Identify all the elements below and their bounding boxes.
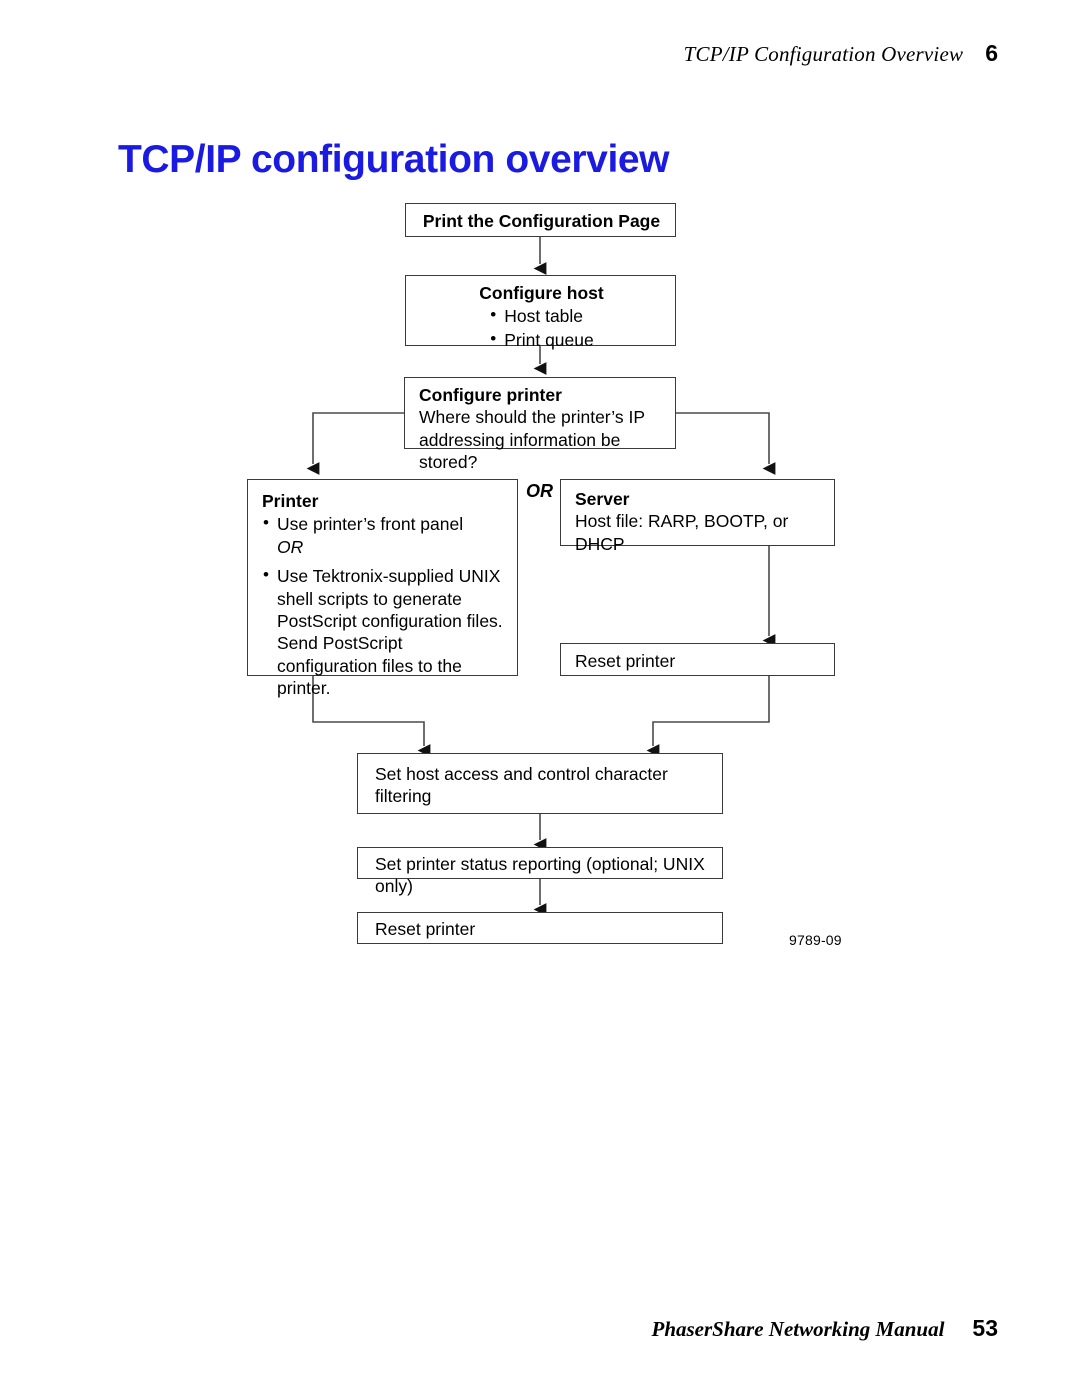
- flow-box-body: Where should the printer’s IP addressing…: [419, 407, 645, 473]
- flow-box-title: Set host access and control character fi…: [375, 764, 668, 807]
- flow-box-title: Configure host: [479, 283, 604, 303]
- flow-box-server: Server Host file: RARP, BOOTP, or DHCP: [560, 479, 835, 554]
- flow-box-print-configuration-page: Print the Configuration Page: [405, 203, 676, 237]
- flow-box-title: Printer: [262, 491, 319, 511]
- flow-box-title: Reset printer: [375, 919, 476, 939]
- manual-title: PhaserShare Networking Manual: [651, 1317, 945, 1341]
- or-branch-label: OR: [526, 481, 553, 501]
- list-item: Use printer’s front panel OR: [262, 512, 505, 558]
- flow-box-set-status-reporting: Set printer status reporting (optional; …: [357, 847, 723, 896]
- flow-box-set-host-access: Set host access and control character fi…: [357, 753, 723, 814]
- printer-bullets: Use printer’s front panel OR Use Tektron…: [262, 512, 505, 699]
- flow-box-reset-printer-final: Reset printer: [357, 912, 723, 944]
- flow-box-title: Configure printer: [419, 385, 562, 405]
- figure-id-label: 9789-09: [789, 932, 842, 948]
- flow-box-configure-printer: Configure printer Where should the print…: [404, 377, 676, 472]
- list-item: Host table: [489, 304, 594, 327]
- list-item: Use Tektronix-supplied UNIX shell script…: [262, 564, 505, 699]
- flow-box-title: Server: [575, 489, 630, 509]
- flow-box-configure-host: Configure host Host table Print queue: [405, 275, 676, 350]
- printer-inline-or-label: OR: [277, 536, 304, 557]
- list-item: Print queue: [489, 328, 594, 351]
- flow-box-body: Host file: RARP, BOOTP, or DHCP: [575, 511, 789, 554]
- page-number: 53: [972, 1315, 998, 1341]
- tcpip-configuration-flowchart: Print the Configuration Page Configure h…: [0, 0, 1080, 1000]
- flow-box-title: Set printer status reporting (optional; …: [375, 854, 705, 897]
- page-footer: PhaserShare Networking Manual 53: [652, 1315, 999, 1342]
- flow-box-reset-printer-server-branch: Reset printer: [560, 643, 835, 676]
- configure-host-bullets: Host table Print queue: [489, 304, 594, 351]
- flow-box-title: Reset printer: [575, 651, 676, 671]
- flow-box-title: Print the Configuration Page: [422, 211, 661, 231]
- flow-box-printer: Printer Use printer’s front panel OR Use…: [247, 479, 518, 698]
- printer-bullet-1-text: Use printer’s front panel: [277, 514, 464, 535]
